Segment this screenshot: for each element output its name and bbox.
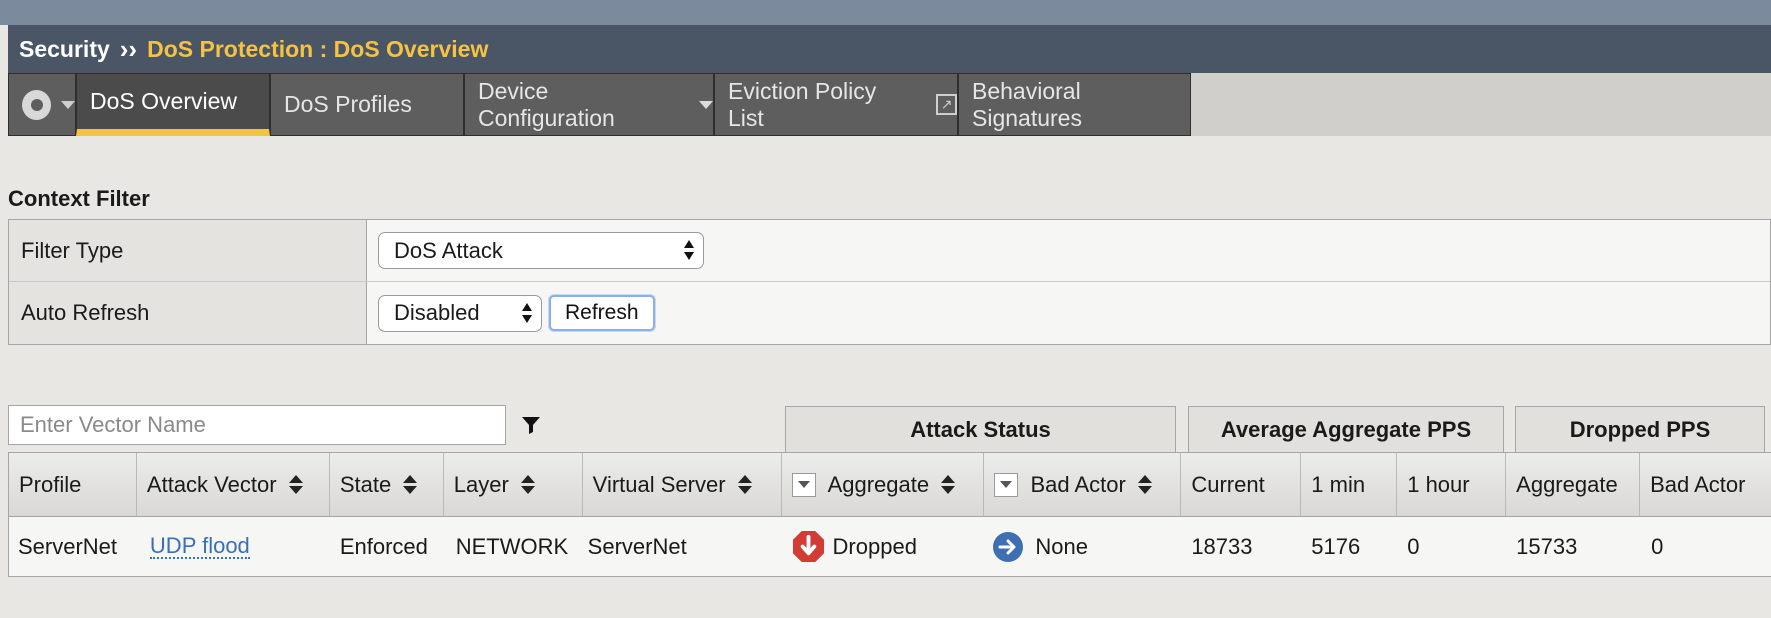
cell-layer: NETWORK [455, 533, 569, 559]
attack-table: Profile Attack Vector State Layer Virtua… [8, 452, 1771, 577]
filter-type-value: DoS Attack [394, 237, 503, 263]
col-1-hour[interactable]: 1 hour [1397, 453, 1507, 516]
cell-virtual-server: ServerNet [587, 533, 687, 559]
column-menu-icon[interactable] [791, 472, 816, 497]
select-arrows-icon [522, 302, 532, 323]
col-dropped-aggregate[interactable]: Aggregate [1506, 453, 1641, 516]
breadcrumb-separator: ›› [119, 34, 138, 64]
cell-state: Enforced [339, 533, 428, 559]
cell-dropped-bad-actor: 0 [1651, 533, 1664, 559]
select-arrows-icon [684, 240, 694, 260]
cell-current: 18733 [1191, 533, 1253, 559]
col-bad-actor-label: Bad Actor [1030, 471, 1126, 497]
sort-icon [288, 475, 303, 494]
col-current[interactable]: Current [1181, 453, 1302, 516]
col-virtual-server-label: Virtual Server [592, 471, 726, 497]
table-row: ServerNet UDP flood Enforced NETWORK Ser… [9, 517, 1771, 576]
tab-label: Device Configuration [478, 77, 615, 131]
attack-vector-link[interactable]: UDP flood [149, 534, 250, 560]
col-aggregate[interactable]: Aggregate [782, 453, 985, 516]
aggregate-status: Dropped [832, 533, 917, 559]
col-dropped-aggregate-label: Aggregate [1516, 471, 1618, 497]
tab-label: DoS Overview [90, 88, 237, 114]
column-menu-icon[interactable] [994, 472, 1019, 497]
sort-icon [737, 475, 752, 494]
col-attack-vector[interactable]: Attack Vector [137, 453, 330, 516]
col-aggregate-label: Aggregate [827, 471, 930, 497]
refresh-button[interactable]: Refresh [549, 295, 655, 331]
cell-bad-actor: None [984, 517, 1181, 576]
vector-name-search-input[interactable] [8, 405, 506, 445]
filter-type-row: Filter Type DoS Attack [9, 220, 1770, 282]
title-bar: Security ›› DoS Protection : DoS Overvie… [8, 25, 1771, 73]
arrow-right-icon [993, 531, 1024, 562]
attack-status-group-header: Attack Status [785, 406, 1176, 452]
col-1-min[interactable]: 1 min [1301, 453, 1398, 516]
filter-type-select[interactable]: DoS Attack [378, 232, 704, 269]
sort-icon [1137, 475, 1152, 494]
context-filter-title: Context Filter [8, 186, 150, 211]
col-attack-vector-label: Attack Vector [146, 471, 277, 497]
auto-refresh-row: Auto Refresh Disabled Refresh [9, 282, 1770, 344]
tab-label: Behavioral Signatures [972, 77, 1082, 131]
cell-aggregate: Dropped [782, 517, 985, 576]
col-profile[interactable]: Profile [9, 453, 137, 516]
tab-dos-overview[interactable]: DoS Overview [76, 73, 270, 136]
cell-1-hour: 0 [1407, 533, 1420, 559]
cell-profile: ServerNet [18, 533, 118, 559]
col-dropped-bad-actor-label: Bad Actor [1650, 471, 1746, 497]
tab-behavioral-signatures[interactable]: Behavioral Signatures [958, 73, 1191, 136]
tab-label: DoS Profiles [284, 91, 412, 117]
col-bad-actor[interactable]: Bad Actor [984, 453, 1182, 516]
col-1-min-label: 1 min [1311, 471, 1366, 497]
auto-refresh-select[interactable]: Disabled [378, 294, 542, 332]
col-current-label: Current [1191, 471, 1265, 497]
context-filter-table: Filter Type DoS Attack Auto Refresh Disa… [8, 219, 1771, 345]
col-layer-label: Layer [453, 471, 509, 497]
sort-icon [941, 475, 956, 494]
col-state[interactable]: State [330, 453, 444, 516]
filter-type-cell: DoS Attack [367, 220, 704, 281]
breadcrumb[interactable]: DoS Protection : DoS Overview [147, 36, 488, 63]
gear-icon [22, 89, 51, 120]
sort-icon [520, 475, 535, 494]
cell-1-min: 5176 [1311, 533, 1361, 559]
col-dropped-bad-actor[interactable]: Bad Actor [1640, 453, 1771, 516]
filter-type-label: Filter Type [9, 220, 367, 281]
tab-eviction-policy-list[interactable]: Eviction Policy List ↗ [714, 73, 958, 136]
settings-menu-button[interactable] [8, 73, 76, 136]
avg-aggregate-pps-group-header: Average Aggregate PPS [1188, 406, 1504, 452]
cell-dropped-aggregate: 15733 [1516, 533, 1578, 559]
chevron-down-icon [61, 100, 75, 109]
table-header-row: Profile Attack Vector State Layer Virtua… [9, 453, 1771, 517]
col-virtual-server[interactable]: Virtual Server [583, 453, 782, 516]
tab-bar: DoS Overview DoS Profiles Device Configu… [8, 73, 1771, 136]
col-profile-label: Profile [19, 471, 82, 497]
auto-refresh-cell: Disabled Refresh [367, 282, 655, 344]
stop-hand-icon [792, 530, 824, 563]
col-layer[interactable]: Layer [444, 453, 583, 516]
dropped-pps-group-header: Dropped PPS [1515, 406, 1765, 452]
auto-refresh-value: Disabled [394, 300, 480, 325]
external-link-icon: ↗ [936, 94, 957, 115]
top-band [0, 0, 1771, 25]
col-state-label: State [339, 471, 392, 497]
tab-label: Eviction Policy List [728, 77, 877, 131]
sort-icon [403, 475, 418, 494]
cell-attack-vector: UDP flood [137, 517, 330, 576]
auto-refresh-label: Auto Refresh [9, 282, 367, 344]
bad-actor-status: None [1035, 533, 1089, 559]
section-title: Security [19, 35, 110, 62]
filter-icon[interactable] [521, 415, 541, 435]
tab-device-configuration[interactable]: Device Configuration [464, 73, 714, 136]
chevron-down-icon [699, 100, 713, 109]
tab-dos-profiles[interactable]: DoS Profiles [270, 73, 464, 136]
col-1-hour-label: 1 hour [1407, 471, 1470, 497]
